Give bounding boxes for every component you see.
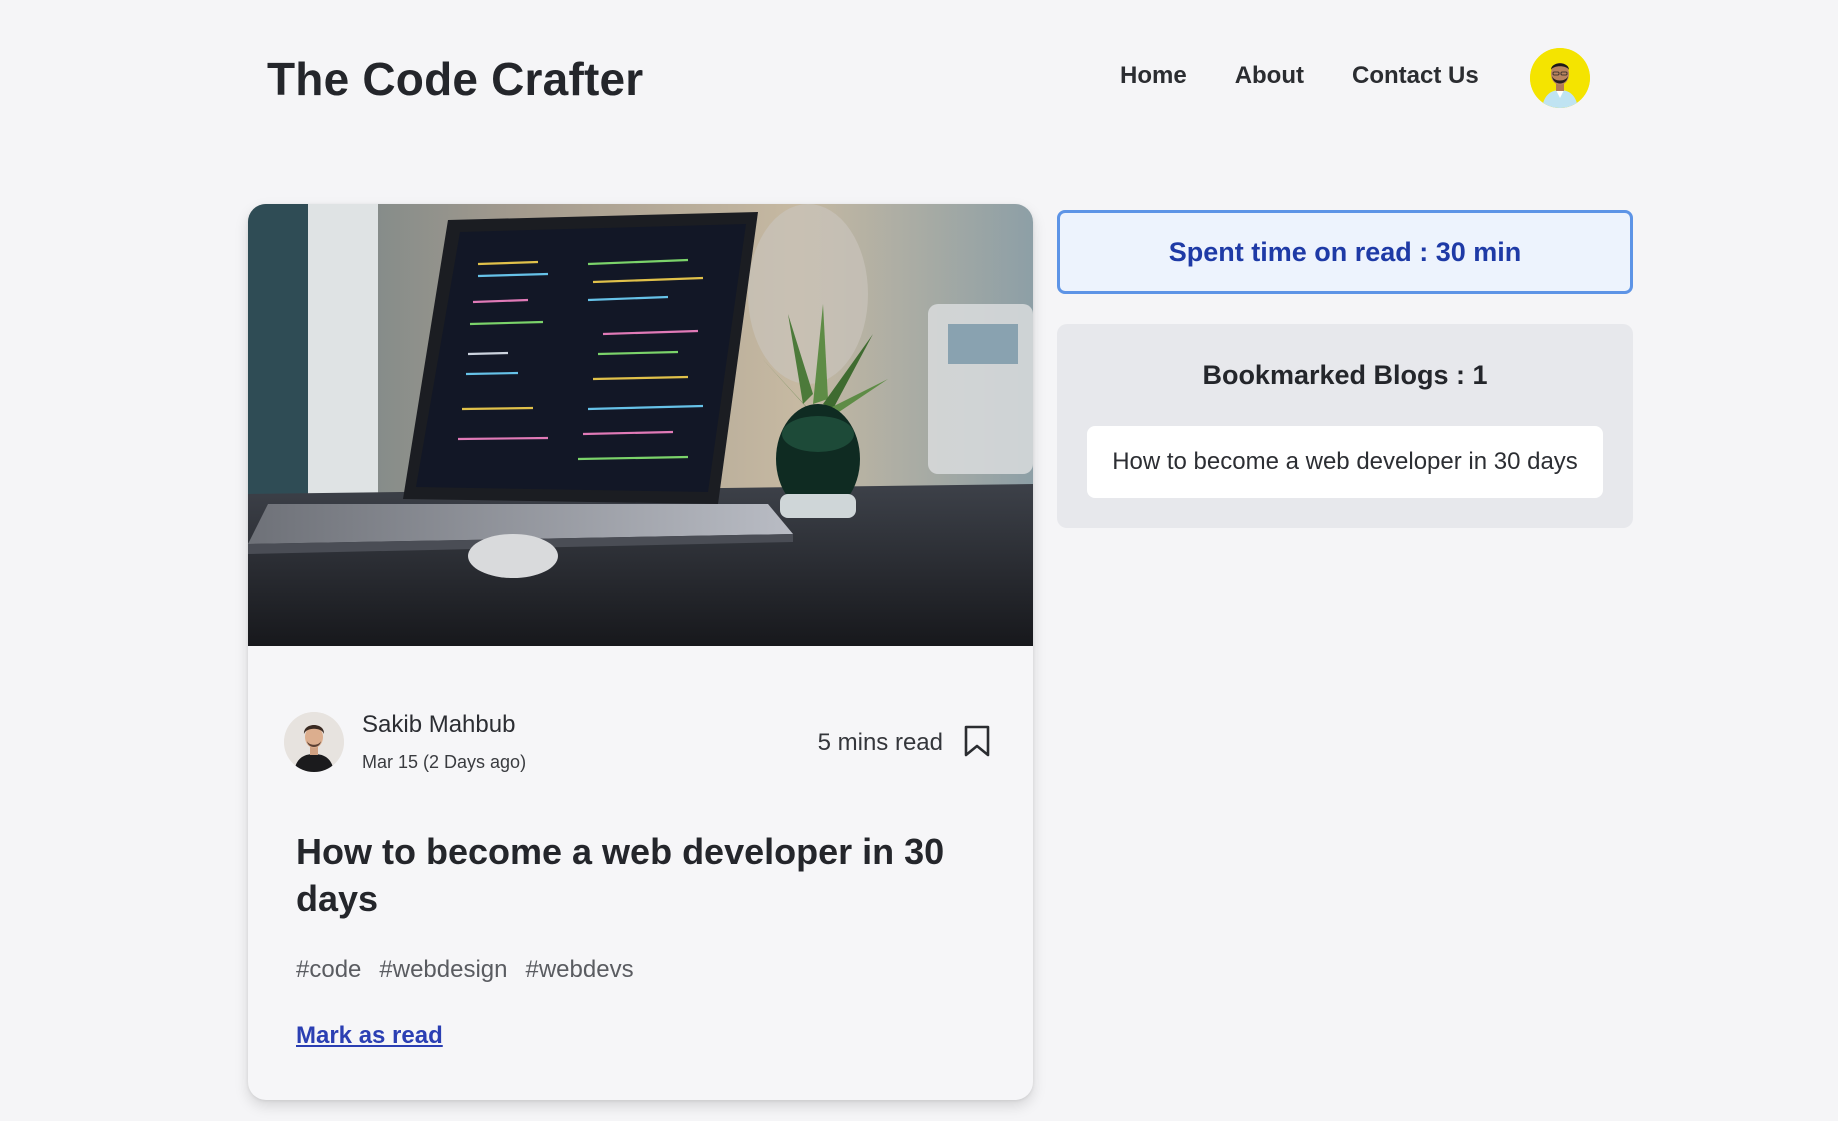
bookmark-icon[interactable] bbox=[962, 724, 992, 758]
main-nav: Home About Contact Us bbox=[1120, 62, 1479, 90]
post-date: Mar 15 (2 Days ago) bbox=[362, 752, 527, 772]
bookmarked-heading: Bookmarked Blogs : 1 bbox=[1202, 360, 1488, 390]
nav-contact-link[interactable]: Contact Us bbox=[1352, 62, 1479, 90]
tag: #code bbox=[296, 956, 362, 983]
site-title: The Code Crafter bbox=[267, 53, 644, 105]
read-time: 5 mins read bbox=[817, 729, 943, 756]
tag: #webdesign bbox=[379, 956, 508, 983]
author-name: Sakib Mahbub bbox=[362, 711, 516, 738]
blog-card: Sakib Mahbub Mar 15 (2 Days ago) 5 mins … bbox=[248, 204, 1033, 1100]
page: The Code Crafter Home About Contact Us S… bbox=[0, 0, 1838, 1121]
user-avatar-icon[interactable] bbox=[1530, 48, 1590, 108]
spent-time-box: Spent time on read : 30 min bbox=[1057, 210, 1633, 294]
blog-title: How to become a web developer in 30 days bbox=[296, 831, 945, 919]
author-avatar-icon bbox=[284, 712, 344, 772]
nav-about-link[interactable]: About bbox=[1235, 62, 1304, 90]
tag: #webdevs bbox=[525, 956, 634, 983]
bookmarked-item[interactable]: How to become a web developer in 30 days bbox=[1087, 426, 1603, 498]
blog-cover-image bbox=[248, 204, 1033, 646]
tag-list: #code #webdesign #webdevs bbox=[296, 956, 634, 984]
mark-as-read-link[interactable]: Mark as read bbox=[296, 1022, 443, 1050]
bookmarked-blogs-panel: Bookmarked Blogs : 1 How to become a web… bbox=[1057, 324, 1633, 528]
nav-home-link[interactable]: Home bbox=[1120, 62, 1187, 90]
